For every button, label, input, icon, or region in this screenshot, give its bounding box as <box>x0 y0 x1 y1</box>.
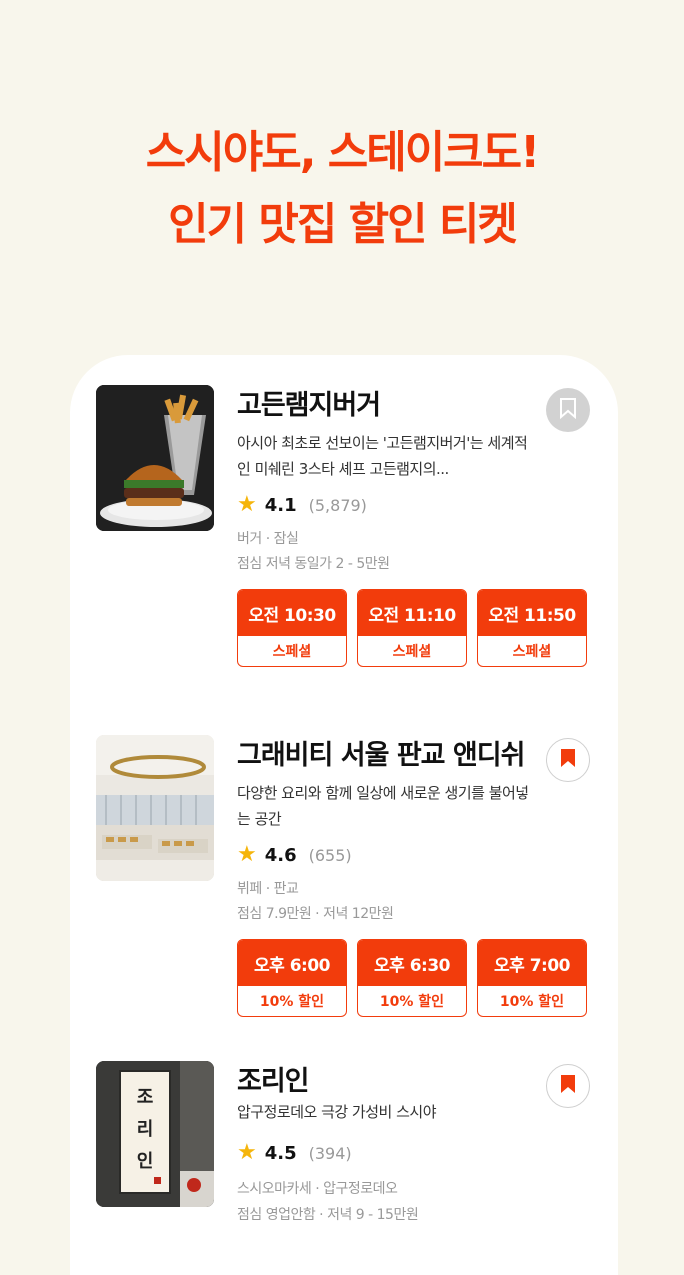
star-icon: ★ <box>237 842 257 867</box>
restaurant-description: 다양한 요리와 함께 일상에 새로운 생기를 불어넣는 공간 <box>237 784 529 828</box>
slot-tag: 스페셜 <box>272 644 312 660</box>
bookmark-outline-icon <box>559 397 577 423</box>
restaurant-description: 압구정로데오 극강 가성비 스시야 <box>237 1103 437 1121</box>
bookmark-button[interactable] <box>546 738 590 782</box>
bookmark-filled-icon <box>559 747 577 773</box>
restaurant-photo <box>96 385 214 531</box>
slot-tag: 스페셜 <box>392 644 432 660</box>
restaurant-category: 버거 · 잠실 <box>237 531 299 547</box>
restaurant-price: 점심 저녁 동일가 2 - 5만원 <box>237 556 390 572</box>
rating-row: ★ 4.5 (394) <box>237 1141 352 1165</box>
review-count: (394) <box>308 1143 352 1163</box>
bookmark-button[interactable] <box>546 388 590 432</box>
slot-time: 오후 6:30 <box>358 940 466 986</box>
headline-line2: 인기 맛집 할인 티켓 <box>168 199 518 250</box>
slot-time: 오전 11:50 <box>478 590 586 636</box>
time-slot-button[interactable]: 오전 11:50 스페셜 <box>477 589 587 667</box>
restaurant-category: 스시오마카세 · 압구정로데오 <box>237 1181 398 1197</box>
slot-time: 오전 10:30 <box>238 590 346 636</box>
time-slot-button[interactable]: 오후 7:00 10% 할인 <box>477 939 587 1017</box>
restaurant-description: 아시아 최초로 선보이는 '고든램지버거'는 세계적인 미쉐린 3스타 셰프 고… <box>237 434 528 478</box>
rating-score: 4.6 <box>264 844 297 866</box>
time-slots: 오전 10:30 스페셜 오전 11:10 스페셜 오전 11:50 스페셜 <box>237 589 587 667</box>
review-count: (655) <box>308 845 352 865</box>
sign-char: 리 <box>137 1119 154 1140</box>
slot-tag: 10% 할인 <box>259 994 325 1010</box>
restaurant-name[interactable]: 그래비티 서울 판교 앤디쉬 <box>237 733 525 772</box>
slot-tag: 스페셜 <box>512 644 552 660</box>
rating-score: 4.1 <box>264 494 297 516</box>
sign-char: 조 <box>137 1087 154 1108</box>
rating-score: 4.5 <box>264 1142 297 1164</box>
restaurant-price: 점심 영업안함 · 저녁 9 - 15만원 <box>237 1207 419 1223</box>
time-slot-button[interactable]: 오후 6:30 10% 할인 <box>357 939 467 1017</box>
star-icon: ★ <box>237 1140 257 1165</box>
slot-time: 오전 11:10 <box>358 590 466 636</box>
restaurant-category: 뷔페 · 판교 <box>237 881 299 897</box>
sign-char: 인 <box>137 1151 154 1172</box>
slot-tag: 10% 할인 <box>499 994 565 1010</box>
bookmark-filled-icon <box>559 1073 577 1099</box>
restaurant-name[interactable]: 고든램지버거 <box>237 383 381 422</box>
restaurant-price: 점심 7.9만원 · 저녁 12만원 <box>237 906 394 922</box>
slot-time: 오후 7:00 <box>478 940 586 986</box>
restaurant-name[interactable]: 조리인 <box>237 1059 310 1098</box>
time-slots: 오후 6:00 10% 할인 오후 6:30 10% 할인 오후 7:00 10… <box>237 939 587 1017</box>
rating-row: ★ 4.6 (655) <box>237 843 352 867</box>
restaurant-photo <box>96 735 214 881</box>
slot-time: 오후 6:00 <box>238 940 346 986</box>
headline-line1: 스시야도, 스테이크도! <box>145 127 540 178</box>
time-slot-button[interactable]: 오후 6:00 10% 할인 <box>237 939 347 1017</box>
time-slot-button[interactable]: 오전 11:10 스페셜 <box>357 589 467 667</box>
rating-row: ★ 4.1 (5,879) <box>237 493 367 517</box>
restaurant-photo: 조 리 인 <box>96 1061 214 1207</box>
star-icon: ★ <box>237 492 257 517</box>
bookmark-button[interactable] <box>546 1064 590 1108</box>
phone-frame: 고든램지버거 아시아 최초로 선보이는 '고든램지버거'는 세계적인 미쉐린 3… <box>70 355 618 1275</box>
review-count: (5,879) <box>308 495 367 515</box>
time-slot-button[interactable]: 오전 10:30 스페셜 <box>237 589 347 667</box>
slot-tag: 10% 할인 <box>379 994 445 1010</box>
